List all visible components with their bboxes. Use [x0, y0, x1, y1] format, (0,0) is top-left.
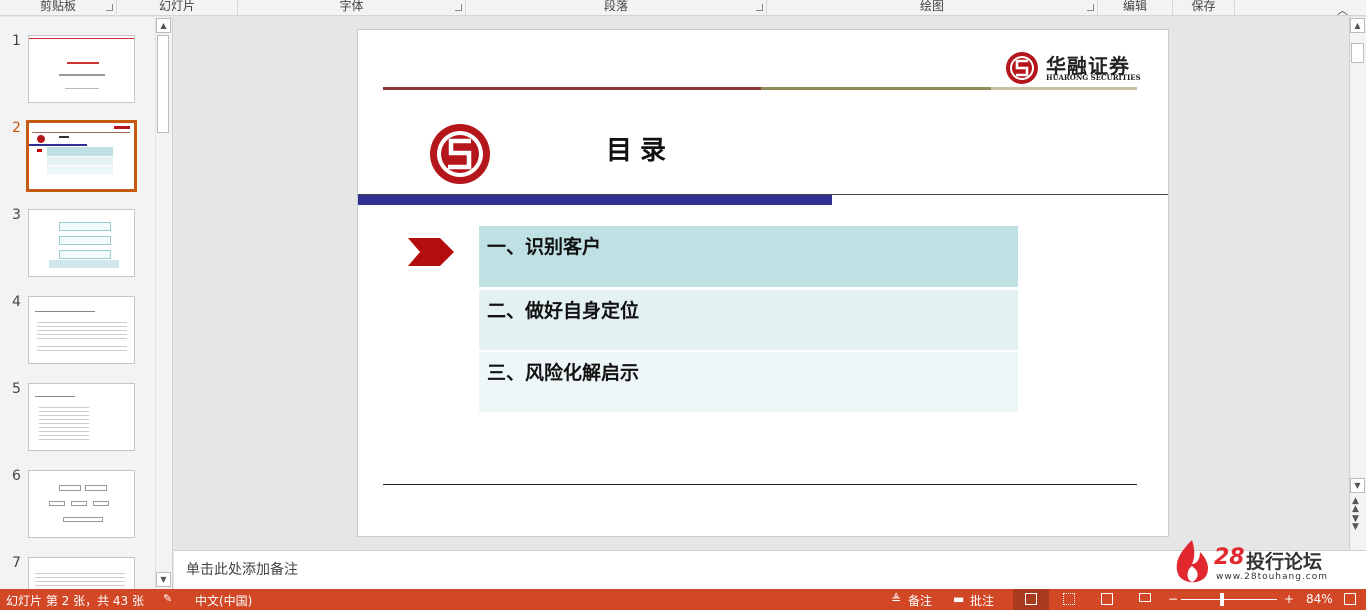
language-indicator[interactable]: 中文(中国) [195, 592, 252, 609]
huarong-logo-icon [1006, 52, 1038, 84]
slide-editing-area: 华融证券 HUARONG SECURITIES 目录 一、识别客户 二、做好自身… [174, 17, 1349, 550]
slide-count-indicator[interactable]: 幻灯片 第 2 张，共 43 张 [6, 592, 144, 609]
notes-toggle-button[interactable]: 备注 [908, 592, 932, 609]
slide-thumbnail-4[interactable]: 4 [0, 294, 155, 374]
ribbon-group-label: 绘图 [919, 0, 944, 13]
toc-item-3[interactable]: 三、风险化解启示 [479, 352, 1018, 412]
slide-number: 3 [12, 207, 21, 223]
slide-number: 7 [12, 555, 21, 571]
ribbon-group-save: 保存 [1173, 0, 1235, 16]
slide-thumbnail-6[interactable]: 6 [0, 468, 155, 548]
slide-preview[interactable] [28, 383, 135, 451]
slide-thumbnail-5[interactable]: 5 [0, 381, 155, 461]
collapse-ribbon-icon[interactable]: ︿ [1337, 2, 1348, 18]
scrollbar-thumb[interactable] [157, 35, 169, 133]
watermark-number: 28 [1214, 545, 1245, 570]
toc-item-label: 一、识别客户 [487, 236, 602, 258]
fit-slide-icon[interactable] [1344, 593, 1356, 605]
thumbnail-scrollbar[interactable]: ▲ ▼ [155, 17, 171, 589]
forum-watermark-logo: 28 投行论坛 www.28touhang.com [1170, 538, 1366, 588]
zoom-slider-handle[interactable] [1220, 593, 1224, 606]
slide-preview[interactable] [28, 470, 135, 538]
slide-number: 6 [12, 468, 21, 484]
dialog-launcher-icon[interactable] [455, 4, 462, 11]
next-slide-icon[interactable]: ▼ ▼ [1352, 515, 1359, 532]
slide-number: 2 [12, 120, 21, 136]
header-rule-olive [761, 87, 991, 90]
zoom-slider[interactable] [1181, 599, 1277, 600]
slide-preview[interactable] [28, 557, 135, 589]
reading-view-icon[interactable] [1101, 593, 1113, 605]
scroll-up-icon[interactable]: ▲ [1350, 18, 1365, 33]
dialog-launcher-icon[interactable] [1087, 4, 1094, 11]
slide-number: 1 [12, 33, 21, 49]
scroll-down-icon[interactable]: ▼ [1350, 478, 1365, 493]
slide-thumbnail-1[interactable]: 1 [0, 33, 155, 113]
slide-thumbnail-7[interactable]: 7 [0, 555, 155, 589]
flame-icon [1176, 540, 1209, 583]
scrollbar-thumb[interactable] [1351, 43, 1364, 63]
spell-check-icon[interactable]: ✎ [163, 592, 172, 605]
slide-preview[interactable] [28, 296, 135, 364]
dialog-launcher-icon[interactable] [106, 4, 113, 11]
comments-icon[interactable]: ▬ [953, 592, 964, 606]
ribbon-group-bar: 剪贴板 幻灯片 字体 段落 绘图 编辑 保存 ︿ [0, 0, 1366, 18]
zoom-level[interactable]: 84% [1306, 592, 1333, 606]
slide-number: 4 [12, 294, 21, 310]
ribbon-group-label: 幻灯片 [158, 0, 195, 13]
ribbon-group-slides: 幻灯片 [117, 0, 238, 16]
chevron-arrow-icon [408, 238, 454, 266]
ribbon-group-font: 字体 [238, 0, 466, 16]
slide-scrollbar[interactable]: ▲ ▼ ▲ ▲ ▼ ▼ [1349, 17, 1366, 550]
ribbon-group-label: 保存 [1191, 0, 1216, 13]
ribbon-group-label: 编辑 [1122, 0, 1147, 13]
ribbon-group-label: 段落 [603, 0, 628, 13]
watermark-name: 投行论坛 [1246, 551, 1323, 573]
toc-item-label: 二、做好自身定位 [487, 300, 640, 322]
footer-rule [383, 484, 1137, 485]
header-rule-beige [991, 87, 1137, 90]
ribbon-group-editing: 编辑 [1098, 0, 1173, 16]
previous-slide-icon[interactable]: ▲ ▲ [1352, 497, 1359, 514]
notes-icon[interactable]: ≜ [891, 592, 901, 606]
toc-item-2[interactable]: 二、做好自身定位 [479, 290, 1018, 350]
comments-toggle-button[interactable]: 批注 [970, 592, 994, 609]
zoom-in-icon[interactable]: + [1284, 592, 1294, 606]
scroll-down-icon[interactable]: ▼ [156, 572, 171, 587]
dialog-launcher-icon[interactable] [756, 4, 763, 11]
slide-preview[interactable] [28, 35, 135, 103]
toc-item-1[interactable]: 一、识别客户 [479, 226, 1018, 287]
normal-view-button[interactable] [1013, 589, 1049, 610]
watermark-url: www.28touhang.com [1216, 572, 1329, 582]
slide-preview-selected[interactable] [26, 120, 137, 192]
ribbon-group-paragraph: 段落 [466, 0, 767, 16]
slideshow-view-icon[interactable] [1139, 593, 1151, 602]
slide-title[interactable]: 目录 [606, 130, 674, 167]
slide-canvas[interactable]: 华融证券 HUARONG SECURITIES 目录 一、识别客户 二、做好自身… [357, 29, 1169, 537]
normal-view-icon [1025, 593, 1037, 605]
notes-placeholder[interactable]: 单击此处添加备注 [186, 559, 298, 579]
large-logo-icon [430, 124, 490, 184]
slide-preview[interactable] [28, 209, 135, 277]
slide-sorter-view-icon[interactable] [1063, 593, 1075, 605]
scroll-up-icon[interactable]: ▲ [156, 18, 171, 33]
toc-item-label: 三、风险化解启示 [487, 362, 640, 384]
brand-subtitle: HUARONG SECURITIES [1046, 73, 1141, 82]
slide-thumbnail-pane: 1 2 3 4 5 6 7 ▲ ▼ [0, 17, 173, 589]
header-rule-red [383, 87, 761, 90]
ribbon-group-label: 字体 [339, 0, 364, 13]
slide-number: 5 [12, 381, 21, 397]
title-accent-bar [358, 195, 832, 205]
slide-thumbnail-2[interactable]: 2 [0, 120, 155, 200]
ribbon-group-drawing: 绘图 [767, 0, 1098, 16]
ribbon-group-clipboard: 剪贴板 [0, 0, 117, 16]
status-bar: 幻灯片 第 2 张，共 43 张 ✎ 中文(中国) ≜ 备注 ▬ 批注 − + … [0, 589, 1366, 610]
slide-thumbnail-3[interactable]: 3 [0, 207, 155, 287]
ribbon-group-label: 剪贴板 [39, 0, 76, 13]
zoom-out-icon[interactable]: − [1168, 592, 1178, 606]
